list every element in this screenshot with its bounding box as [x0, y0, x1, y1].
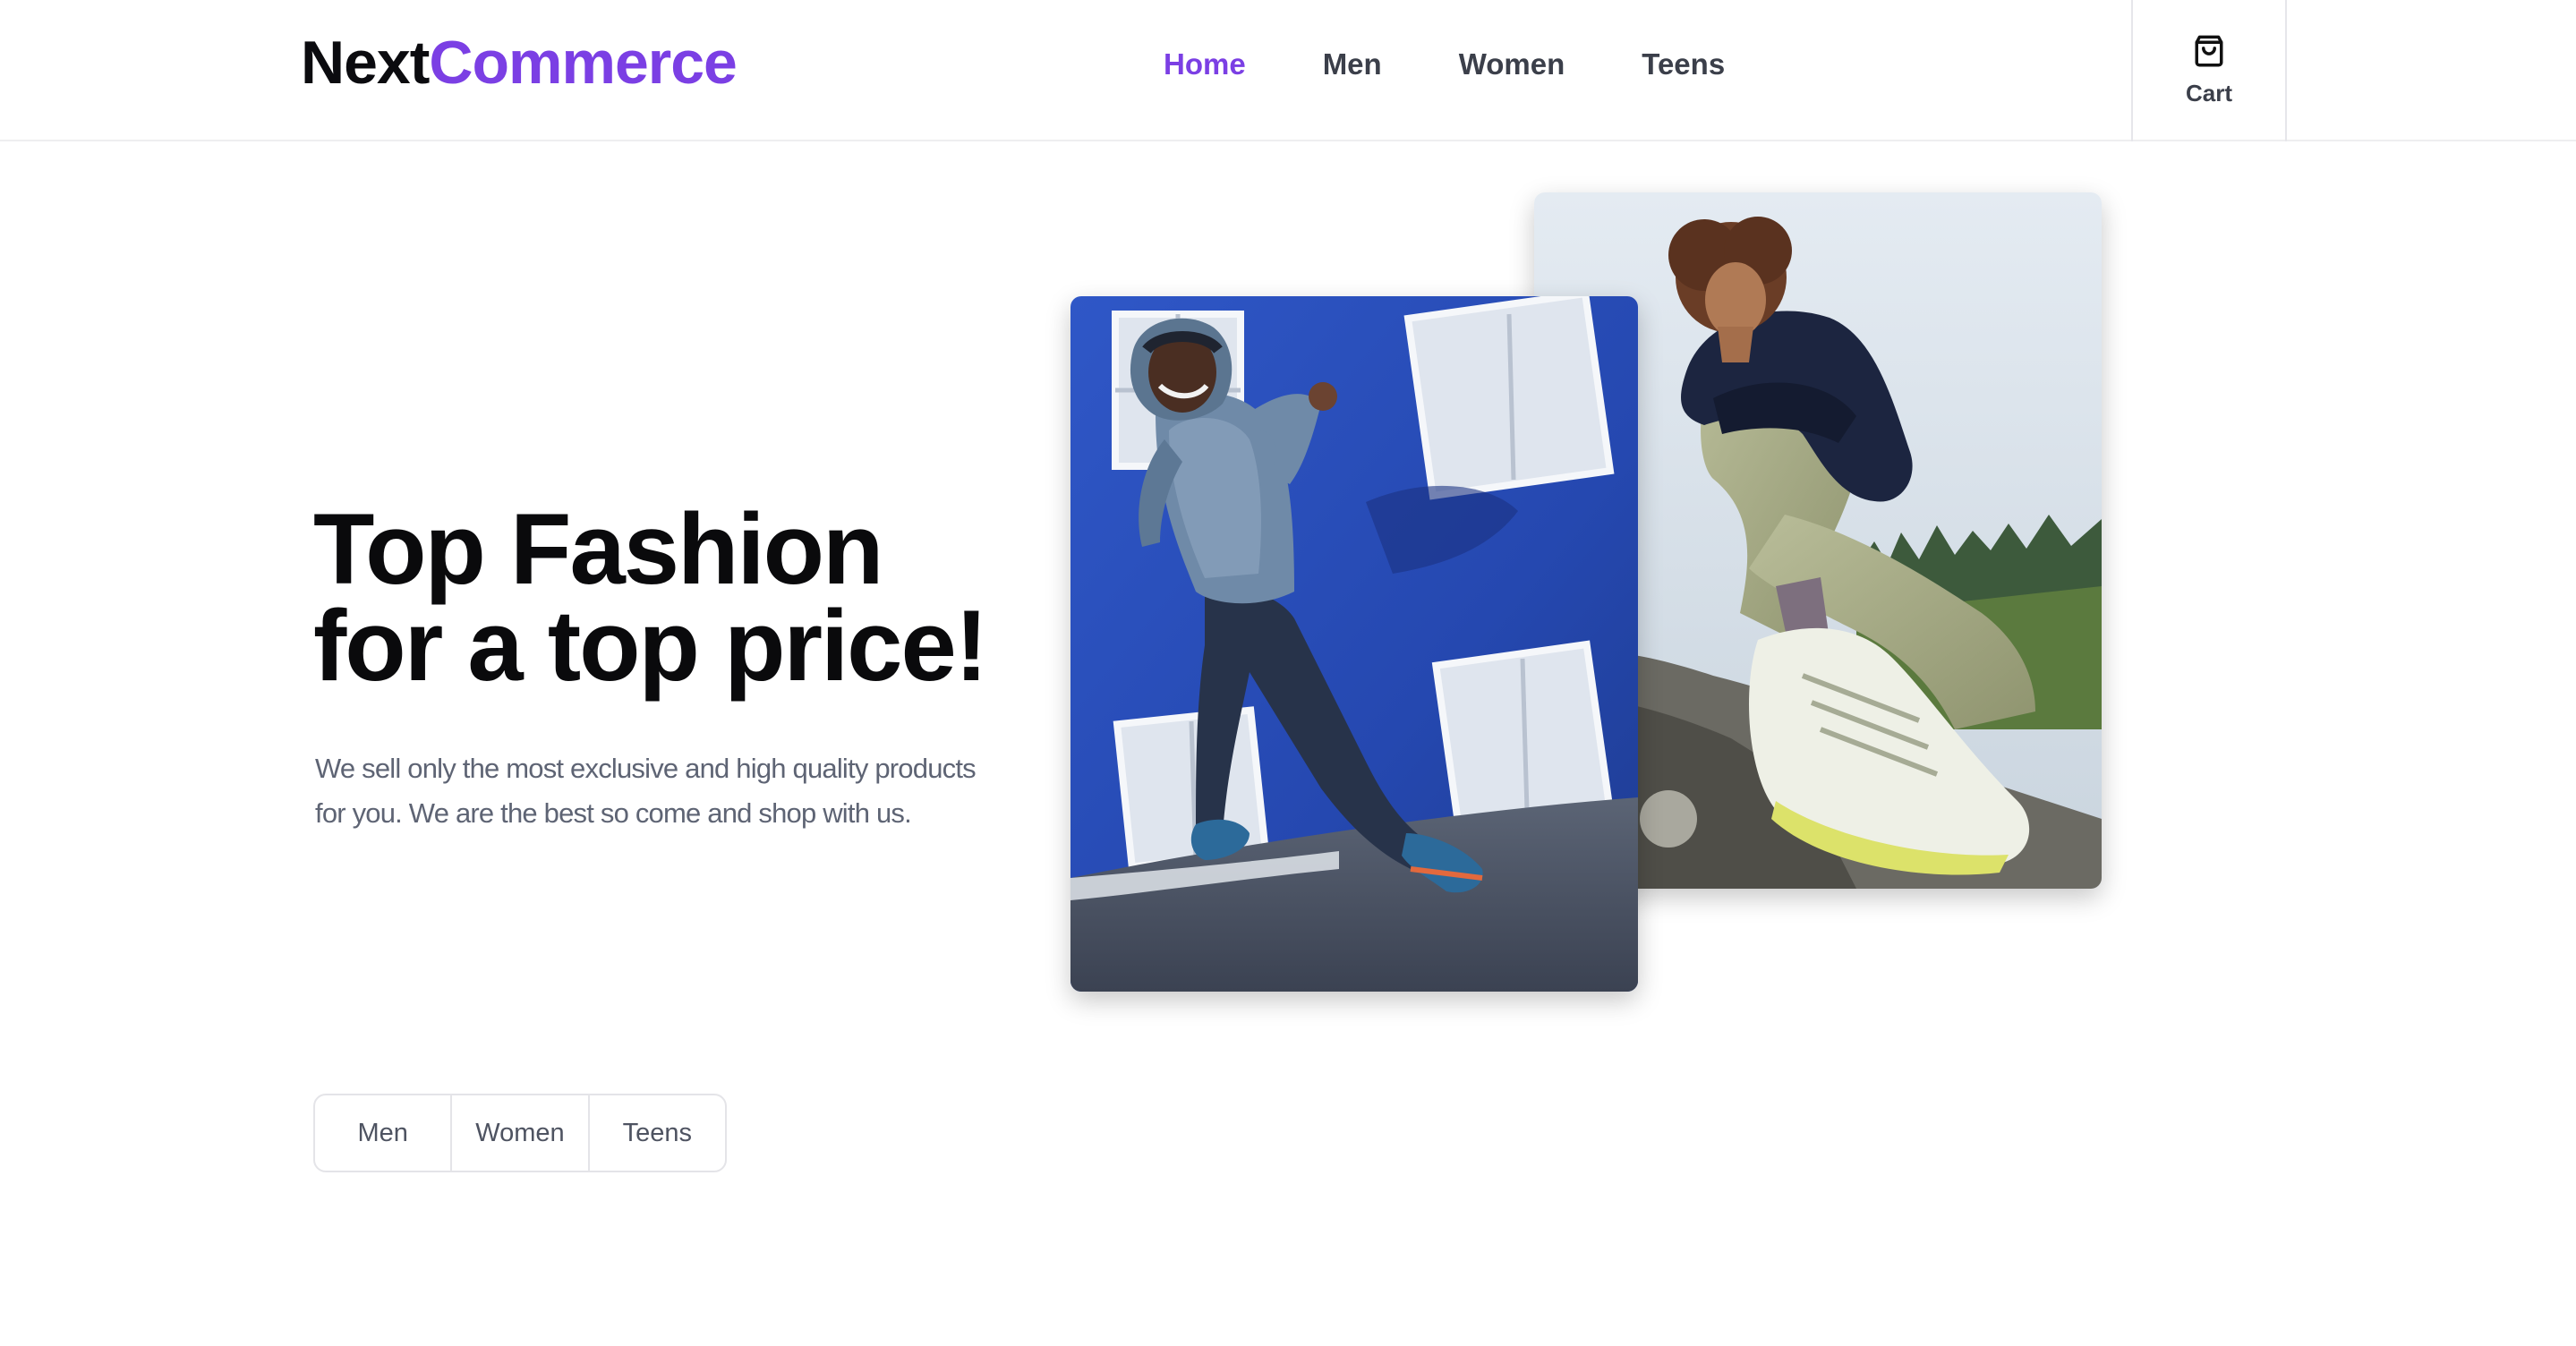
hero-description: We sell only the most exclusive and high…	[315, 746, 995, 836]
brand-name-part1: Next	[301, 29, 430, 97]
top-header: NextCommerce Home Men Women Teens Cart	[0, 0, 2576, 141]
filter-teens[interactable]: Teens	[587, 1095, 725, 1171]
main-nav: Home Men Women Teens	[1164, 43, 1725, 86]
hero-description-line2: for you. We are the best so come and sho…	[315, 797, 912, 829]
brand-logo[interactable]: NextCommerce	[301, 27, 738, 98]
filter-women[interactable]: Women	[450, 1095, 587, 1171]
nav-item-men[interactable]: Men	[1323, 45, 1382, 84]
cart-label: Cart	[2185, 79, 2232, 106]
nav-item-home[interactable]: Home	[1164, 45, 1246, 84]
nav-item-women[interactable]: Women	[1459, 45, 1565, 84]
hero-title-line1: Top Fashion	[313, 493, 883, 605]
filter-men[interactable]: Men	[315, 1095, 450, 1171]
nav-item-teens[interactable]: Teens	[1642, 45, 1725, 84]
hero-image-men	[1070, 296, 1638, 992]
shopping-bag-icon	[2195, 35, 2223, 67]
hero-description-line1: We sell only the most exclusive and high…	[315, 753, 977, 784]
hero-title: Top Fashion for a top price!	[313, 493, 988, 702]
brand-name-part2: Commerce	[429, 29, 737, 97]
category-filter: Men Women Teens	[313, 1094, 727, 1172]
cart-button[interactable]: Cart	[2131, 0, 2287, 141]
hero-title-line2: for a top price!	[313, 590, 988, 702]
men-running-photo	[1070, 296, 1638, 992]
